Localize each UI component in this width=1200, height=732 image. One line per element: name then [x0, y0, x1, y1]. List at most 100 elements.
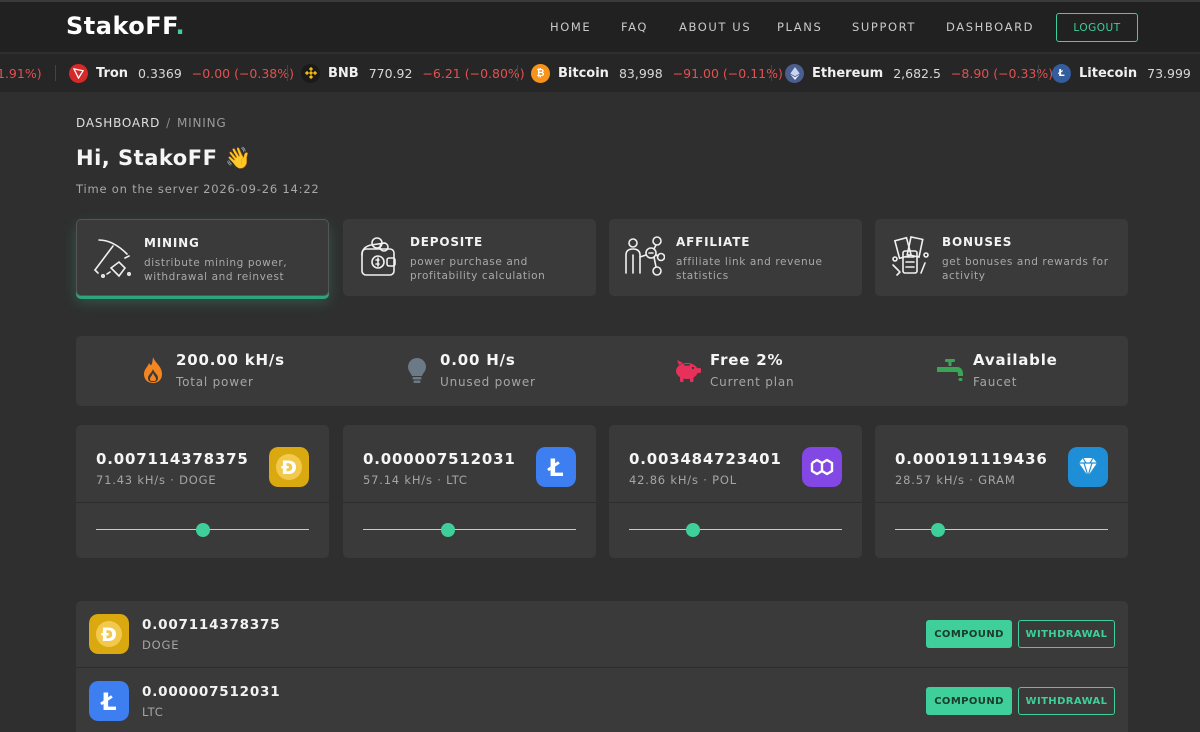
ticker-item-litecoin[interactable]: Ł Litecoin 73.999 +1	[1052, 54, 1200, 92]
ticker-change: −6.21 (−0.80%)	[422, 65, 525, 81]
divider	[343, 502, 596, 503]
server-time-value: 2026-09-26 14:22	[203, 182, 320, 196]
menu-card-title: DEPOSITE	[410, 235, 484, 249]
menu-card-affiliate[interactable]: AFFILIATE affiliate link and revenue sta…	[609, 219, 862, 296]
ticker-item-bnb[interactable]: BNB 770.92 −6.21 (−0.80%)	[301, 54, 525, 92]
compound-button[interactable]: COMPOUND	[926, 620, 1012, 648]
ticker-price: 73.999	[1147, 65, 1191, 81]
power-slider-track[interactable]	[629, 529, 842, 530]
divider	[875, 502, 1128, 503]
stat-label: Total power	[176, 375, 254, 389]
bonus-icon	[892, 236, 929, 276]
coin-hashrate: 28.57 kH/s · GRAM	[895, 473, 1016, 487]
lightbulb-icon	[408, 358, 426, 383]
power-slider-track[interactable]	[895, 529, 1108, 530]
ticker-item: 1.91%)	[0, 54, 42, 92]
server-time: Time on the server 2026-09-26 14:22	[76, 182, 320, 196]
divider	[76, 502, 329, 503]
power-slider-track[interactable]	[363, 529, 576, 530]
compound-button[interactable]: COMPOUND	[926, 687, 1012, 715]
ticker-divider	[287, 65, 288, 81]
ticker-change: −91.00 (−0.11%)	[672, 65, 783, 81]
power-slider-handle[interactable]	[195, 523, 210, 537]
ticker-change: 1.91%)	[0, 65, 42, 81]
wallet-icon	[361, 237, 396, 276]
menu-card-deposite[interactable]: DEPOSITE power purchase and profitabilit…	[343, 219, 596, 296]
svg-text:Ł: Ł	[99, 688, 116, 716]
ticker-price: 83,998	[618, 65, 663, 81]
coin-hashrate: 71.43 kH/s · DOGE	[96, 473, 217, 487]
menu-card-mining[interactable]: MINING distribute mining power, withdraw…	[76, 219, 329, 296]
ethereum-icon	[785, 63, 804, 83]
coin-hashrate: 57.14 kH/s · LTC	[363, 473, 468, 487]
faucet-icon	[937, 359, 963, 381]
price-ticker: 1.91%) Tron 0.3369 −0.00 (−0.38%) BNB 77…	[0, 54, 1200, 92]
ticker-item-tron[interactable]: Tron 0.3369 −0.00 (−0.38%)	[69, 54, 294, 92]
nav-about-us[interactable]: ABOUT US	[679, 20, 751, 34]
menu-card-bonuses[interactable]: BONUSES get bonuses and rewards for acti…	[875, 219, 1128, 296]
ticker-price: 770.92	[368, 65, 413, 81]
power-slider-handle[interactable]	[685, 523, 700, 537]
balance-list: Ð 0.007114378375 DOGE COMPOUND WITHDRAWA…	[76, 601, 1128, 732]
affiliate-icon	[625, 236, 665, 276]
menu-card-desc: distribute mining power, withdrawal and …	[144, 257, 288, 283]
fire-icon	[144, 357, 162, 383]
stats-bar: 200.00 kH/s Total power 0.00 H/s Unused …	[76, 336, 1128, 406]
power-slider-handle[interactable]	[930, 523, 945, 537]
ticker-name: Tron	[96, 65, 129, 81]
doge-icon: Ð	[89, 614, 129, 654]
ticker-name: Litecoin	[1079, 65, 1138, 81]
divider	[609, 502, 862, 503]
nav-dashboard[interactable]: DASHBOARD	[946, 20, 1034, 34]
menu-card-title: BONUSES	[942, 235, 1013, 249]
gram-diamond-icon	[1068, 447, 1108, 487]
stat-label: Faucet	[973, 375, 1018, 389]
stat-label: Current plan	[710, 375, 795, 389]
polygon-icon	[802, 447, 842, 487]
coin-amount: 0.000191119436	[895, 450, 1048, 468]
balance-amount: 0.000007512031	[142, 684, 281, 700]
withdrawal-button[interactable]: WITHDRAWAL	[1018, 620, 1115, 648]
coin-card-ltc: 0.000007512031 57.14 kH/s · LTC Ł	[343, 425, 596, 558]
stat-value: Available	[973, 351, 1058, 369]
coin-amount: 0.000007512031	[363, 450, 516, 468]
doge-icon: Ð	[269, 447, 309, 487]
ticker-divider	[1038, 65, 1039, 81]
svg-text:Ð: Ð	[281, 457, 297, 479]
pickaxe-icon	[94, 239, 131, 278]
menu-card-desc: affiliate link and revenue statistics	[676, 256, 823, 282]
nav-faq[interactable]: FAQ	[621, 20, 648, 34]
breadcrumb: DASHBOARD / MINING	[76, 116, 226, 130]
breadcrumb-separator: /	[166, 116, 171, 130]
stat-value: 0.00 H/s	[440, 351, 516, 369]
svg-text:Ł: Ł	[546, 454, 563, 482]
svg-text:Ð: Ð	[101, 624, 117, 646]
nav-plans[interactable]: PLANS	[777, 20, 822, 34]
balance-amount: 0.007114378375	[142, 617, 281, 633]
server-time-label: Time on the server	[76, 182, 200, 196]
coin-card-pol: 0.003484723401 42.86 kH/s · POL	[609, 425, 862, 558]
ticker-name: BNB	[328, 65, 359, 81]
coin-card-doge: 0.007114378375 71.43 kH/s · DOGE Ð	[76, 425, 329, 558]
ticker-item-bitcoin[interactable]: ₿ Bitcoin 83,998 −91.00 (−0.11%)	[531, 54, 783, 92]
stat-value: Free 2%	[710, 351, 784, 369]
main-nav: HOME FAQ ABOUT US PLANS SUPPORT DASHBOAR…	[0, 20, 1200, 40]
menu-card-desc: get bonuses and rewards for activity	[942, 256, 1109, 282]
withdrawal-button[interactable]: WITHDRAWAL	[1018, 687, 1115, 715]
power-slider-handle[interactable]	[441, 523, 456, 537]
ticker-item-ethereum[interactable]: Ethereum 2,682.5 −8.90 (−0.33%)	[785, 54, 1053, 92]
ticker-divider	[517, 65, 518, 81]
bitcoin-icon: ₿	[531, 63, 550, 83]
balance-symbol: DOGE	[142, 638, 180, 652]
nav-home[interactable]: HOME	[550, 20, 591, 34]
balance-row-doge: Ð 0.007114378375 DOGE COMPOUND WITHDRAWA…	[76, 601, 1128, 667]
breadcrumb-dashboard[interactable]: DASHBOARD	[76, 116, 160, 130]
menu-card-title: AFFILIATE	[676, 235, 751, 249]
stat-label: Unused power	[440, 375, 536, 389]
bnb-icon	[301, 63, 320, 83]
tron-icon	[69, 63, 88, 83]
logout-button[interactable]: LOGOUT	[1056, 13, 1138, 42]
nav-support[interactable]: SUPPORT	[852, 20, 916, 34]
balance-row-ltc: Ł 0.000007512031 LTC COMPOUND WITHDRAWAL	[76, 667, 1128, 732]
litecoin-icon: Ł	[89, 681, 129, 721]
